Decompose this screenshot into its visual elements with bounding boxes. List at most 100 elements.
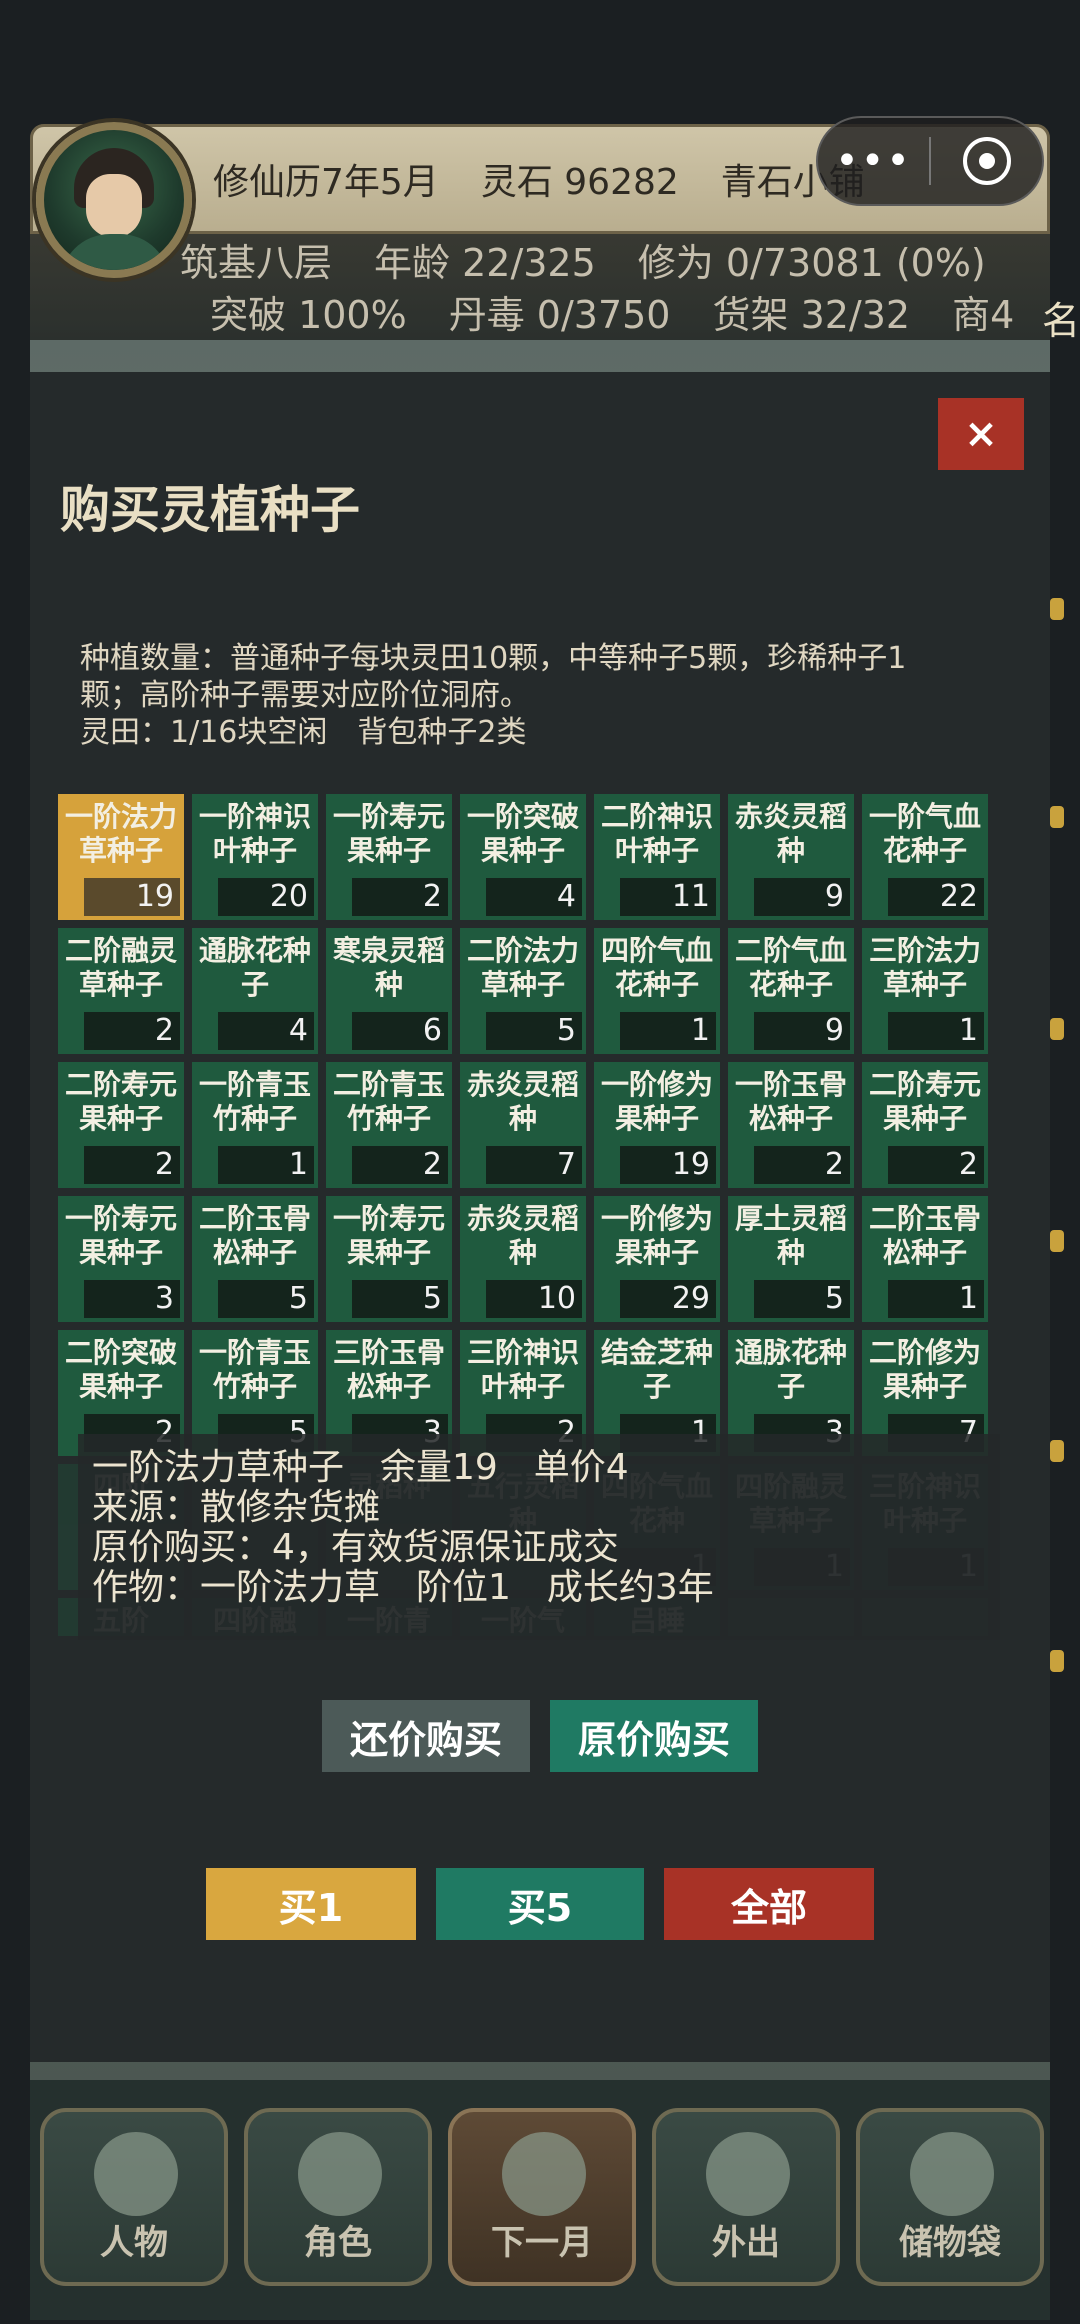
- info-line: 一阶法力草种子 余量19 单价4: [92, 1447, 629, 1488]
- seed-cell[interactable]: 一阶寿元果种子 2: [326, 794, 452, 920]
- nav-label: 下一月: [491, 2223, 593, 2263]
- avatar[interactable]: [36, 122, 192, 278]
- buy-1-button[interactable]: 买1: [206, 1868, 416, 1940]
- seed-cell[interactable]: 二阶玉骨松种子 5: [192, 1196, 318, 1322]
- desc-line: 种植数量：普通种子每块灵田10颗，中等种子5颗，珍稀种子1: [80, 641, 907, 676]
- side-marker: [1050, 598, 1064, 620]
- seed-quantity: 2: [754, 1146, 850, 1184]
- realm-label: 筑基八层: [180, 240, 333, 285]
- more-dots-icon[interactable]: •••: [818, 138, 929, 184]
- seed-cell[interactable]: 厚土灵稻种 5: [728, 1196, 854, 1322]
- seed-cell[interactable]: 一阶青玉竹种子 1: [192, 1062, 318, 1188]
- nav-next-month[interactable]: 下一月: [448, 2108, 636, 2286]
- seed-quantity: 2: [84, 1012, 180, 1050]
- info-crop: 作物：一阶法力草 阶位1 成长约3年: [92, 1567, 714, 1608]
- seed-cell[interactable]: 四阶气血花种子 1: [594, 928, 720, 1054]
- seed-cell[interactable]: 一阶修为果种子 29: [594, 1196, 720, 1322]
- seed-cell[interactable]: 一阶神识叶种子 20: [192, 794, 318, 920]
- seed-cell[interactable]: 一阶气血花种子 22: [862, 794, 988, 920]
- person-icon: [94, 2132, 178, 2216]
- seed-quantity: 5: [218, 1280, 314, 1318]
- seed-quantity: 7: [486, 1146, 582, 1184]
- planting-description: 种植数量：普通种子每块灵田10颗，中等种子5颗，珍稀种子1 颗；高阶种子需要对应…: [80, 640, 1010, 751]
- hud-cut-label: 名: [1041, 299, 1080, 343]
- seed-cell[interactable]: 一阶突破果种子 4: [460, 794, 586, 920]
- cultivation-label: 修为 0/73081 (0%): [637, 240, 986, 285]
- seed-cell[interactable]: 三阶法力草种子 1: [862, 928, 988, 1054]
- seed-quantity: 1: [888, 1012, 984, 1050]
- seed-quantity: 2: [84, 1146, 180, 1184]
- seed-quantity: 1: [888, 1280, 984, 1318]
- nav-label: 储物袋: [899, 2223, 1001, 2263]
- seed-cell[interactable]: 二阶寿元果种子 2: [58, 1062, 184, 1188]
- seed-quantity: 9: [754, 878, 850, 916]
- seed-quantity: 2: [352, 1146, 448, 1184]
- seed-cell[interactable]: 赤炎灵稻种 10: [460, 1196, 586, 1322]
- seed-cell[interactable]: 一阶修为果种子 19: [594, 1062, 720, 1188]
- field-status: 灵田：1/16块空闲 背包种子2类: [80, 715, 527, 750]
- nav-label: 人物: [100, 2223, 168, 2263]
- seed-cell[interactable]: 一阶玉骨松种子 2: [728, 1062, 854, 1188]
- seed-quantity: 2: [888, 1146, 984, 1184]
- pill-poison-label: 丹毒 0/3750: [448, 292, 671, 337]
- side-marker: [1050, 1018, 1064, 1040]
- seed-cell[interactable]: 一阶寿元果种子 5: [326, 1196, 452, 1322]
- nav-person[interactable]: 人物: [40, 2108, 228, 2286]
- buy-all-button[interactable]: 全部: [664, 1868, 874, 1940]
- seed-quantity: 1: [218, 1146, 314, 1184]
- side-marker: [1050, 1440, 1064, 1462]
- full-price-button[interactable]: 原价购买: [550, 1700, 758, 1772]
- close-button[interactable]: ×: [938, 398, 1024, 470]
- seed-cell[interactable]: 赤炎灵稻种 7: [460, 1062, 586, 1188]
- seed-cell[interactable]: 一阶法力草种子 19: [58, 794, 184, 920]
- seed-cell[interactable]: 二阶寿元果种子 2: [862, 1062, 988, 1188]
- nav-go-out[interactable]: 外出: [652, 2108, 840, 2286]
- seed-cell[interactable]: 二阶神识叶种子 11: [594, 794, 720, 920]
- seed-cell[interactable]: 二阶法力草种子 5: [460, 928, 586, 1054]
- nav-storage-bag[interactable]: 储物袋: [856, 2108, 1044, 2286]
- seed-quantity: 6: [352, 1012, 448, 1050]
- seed-quantity: 4: [486, 878, 582, 916]
- seed-cell[interactable]: 二阶青玉竹种子 2: [326, 1062, 452, 1188]
- seed-quantity: 20: [218, 878, 314, 916]
- seed-cell[interactable]: 寒泉灵稻种 6: [326, 928, 452, 1054]
- info-source: 来源：散修杂货摊: [92, 1487, 381, 1528]
- seed-quantity: 19: [620, 1146, 716, 1184]
- flower-icon: [706, 2132, 790, 2216]
- bargain-button[interactable]: 还价购买: [322, 1700, 530, 1772]
- seed-cell[interactable]: 二阶融灵草种子 2: [58, 928, 184, 1054]
- buy-5-button[interactable]: 买5: [436, 1868, 644, 1940]
- seed-cell[interactable]: 二阶气血花种子 9: [728, 928, 854, 1054]
- age-label: 年龄 22/325: [374, 240, 596, 285]
- target-icon[interactable]: [931, 137, 1042, 185]
- side-marker: [1050, 806, 1064, 828]
- nav-label: 角色: [304, 2223, 372, 2263]
- seed-quantity: 29: [620, 1280, 716, 1318]
- seed-quantity: 11: [620, 878, 716, 916]
- seed-cell[interactable]: 通脉花种子 4: [192, 928, 318, 1054]
- seed-quantity: 2: [352, 878, 448, 916]
- seed-cell[interactable]: 一阶寿元果种子 3: [58, 1196, 184, 1322]
- modal-title: 购买灵植种子: [60, 481, 360, 539]
- seed-cell[interactable]: 赤炎灵稻种 9: [728, 794, 854, 920]
- seed-quantity: 19: [84, 878, 180, 916]
- storage-bag-icon: [910, 2132, 994, 2216]
- nav-label: 外出: [712, 2223, 780, 2263]
- seed-cell[interactable]: 二阶玉骨松种子 1: [862, 1196, 988, 1322]
- info-price: 原价购买：4，有效货源保证成交: [92, 1527, 619, 1568]
- nav-role[interactable]: 角色: [244, 2108, 432, 2286]
- seed-quantity: 22: [888, 878, 984, 916]
- flag-icon: [502, 2132, 586, 2216]
- seed-quantity: 5: [352, 1280, 448, 1318]
- seed-quantity: 9: [754, 1012, 850, 1050]
- desc-line: 颗；高阶种子需要对应阶位洞府。: [80, 678, 530, 713]
- breakthrough-label: 突破 100%: [210, 292, 407, 337]
- seed-quantity: 3: [84, 1280, 180, 1318]
- seed-quantity: 10: [486, 1280, 582, 1318]
- seed-quantity: 5: [754, 1280, 850, 1318]
- shelf-label: 货架 32/32: [712, 292, 911, 337]
- bag-icon: [298, 2132, 382, 2216]
- spirit-stones-label: 灵石 96282: [480, 162, 679, 203]
- calendar-label: 修仙历7年5月: [213, 162, 439, 203]
- merchant-label: 商4: [952, 292, 1015, 337]
